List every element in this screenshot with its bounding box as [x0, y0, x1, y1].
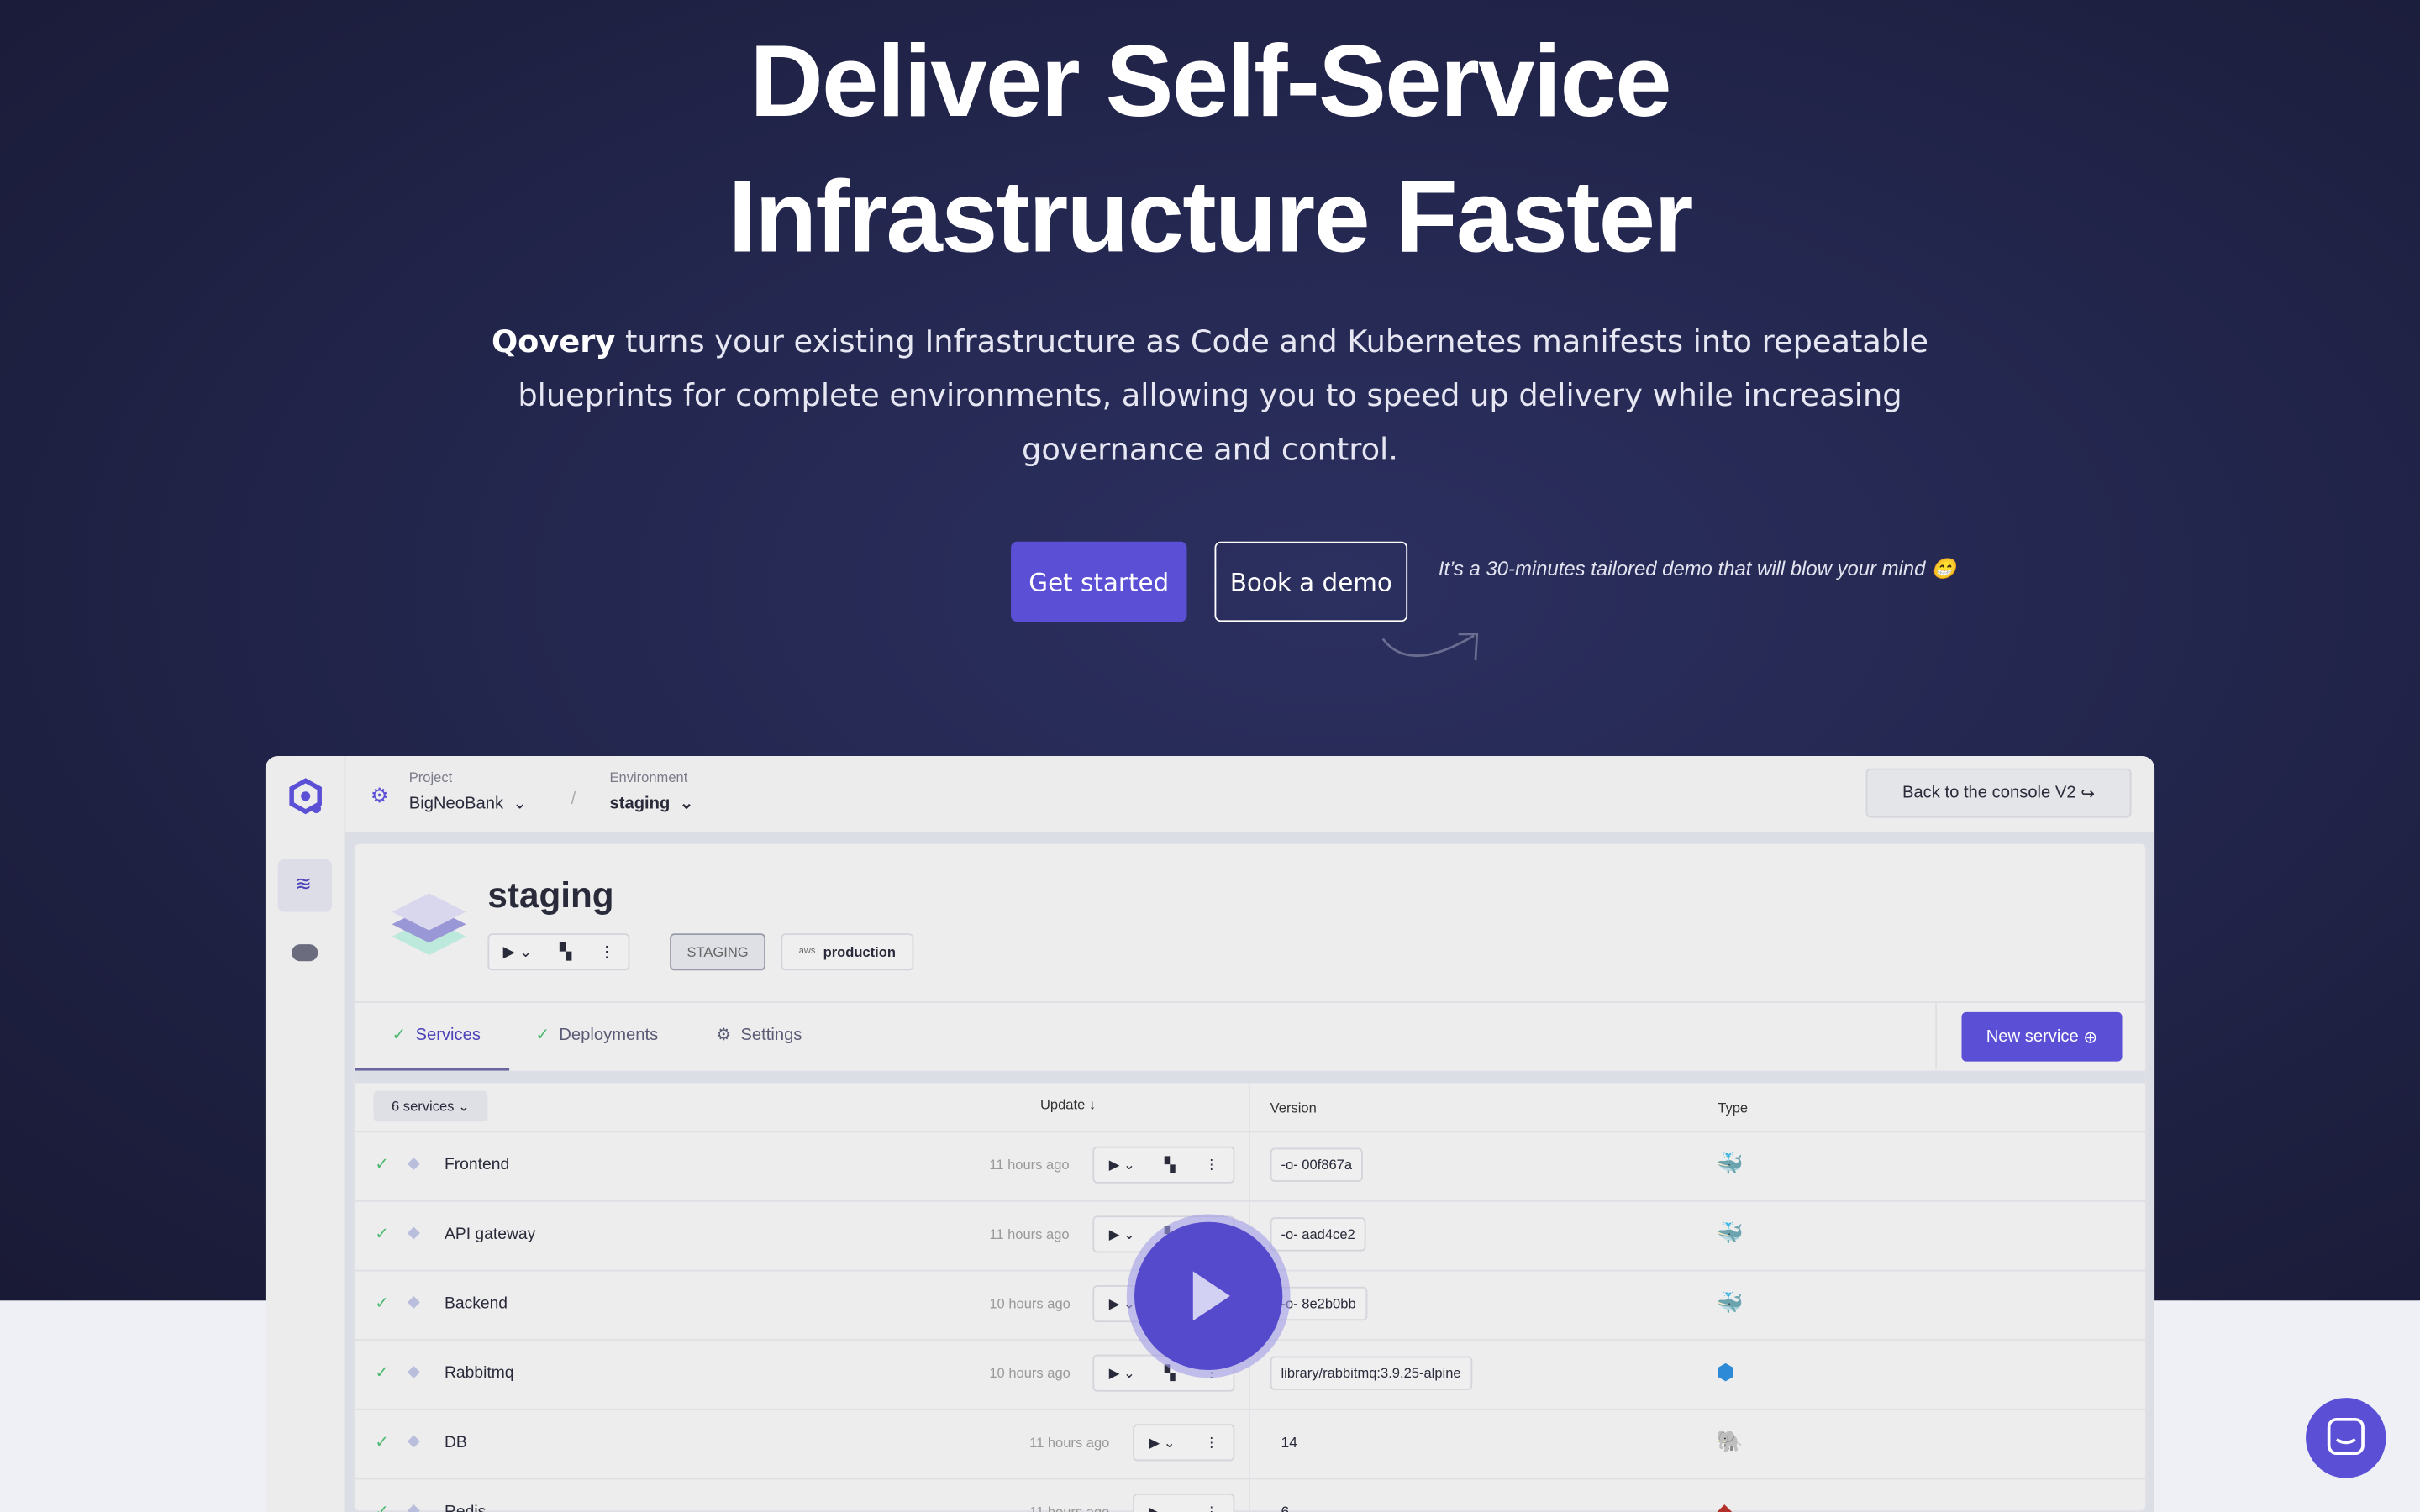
deploy-icon[interactable]: ▶ ⌄: [503, 943, 533, 960]
service-actions[interactable]: ▶ ⌄ ▚ ⋮: [1092, 1146, 1235, 1184]
redis-icon: ◆: [1716, 1498, 1733, 1512]
service-actions[interactable]: ▶ ⌄ ⋮: [1133, 1493, 1235, 1512]
cluster-badge: aws production: [781, 933, 914, 971]
container-icon: ⬢: [1716, 1359, 1735, 1384]
play-video-button[interactable]: [1134, 1221, 1283, 1371]
environment-actions[interactable]: ▶ ⌄ ▚ ⋮: [487, 933, 630, 971]
commit-icon: -o-: [1281, 1226, 1302, 1242]
status-ok-icon: ✓: [375, 1433, 389, 1452]
project-icon: ⚙: [370, 784, 389, 807]
docker-icon: 🐳: [1716, 1289, 1744, 1315]
deploy-icon[interactable]: ▶ ⌄: [1109, 1365, 1135, 1382]
tab-deployments[interactable]: ✓ Deployments: [535, 1025, 658, 1045]
new-service-button[interactable]: New service ⊕: [1961, 1011, 2123, 1062]
docker-icon: 🐳: [1716, 1220, 1744, 1246]
updated-time: 11 hours ago: [989, 1157, 1070, 1173]
deploy-icon[interactable]: ▶ ⌄: [1109, 1226, 1135, 1242]
demo-note: It’s a 30-minutes tailored demo that wil…: [1438, 557, 1956, 580]
chat-widget-button[interactable]: [2306, 1398, 2386, 1478]
environment-stack-icon: [392, 893, 466, 955]
tab-services[interactable]: ✓ Services: [392, 1025, 481, 1045]
version-chip[interactable]: -o- aad4ce2: [1270, 1217, 1366, 1252]
environment-selector[interactable]: staging ⌄: [610, 793, 694, 813]
chat-icon: [2327, 1417, 2365, 1456]
service-row[interactable]: ✓ ◆ Redis 11 hours ago ▶ ⌄ ⋮ 6 ◆: [355, 1478, 2149, 1512]
gear-icon: ⚙: [716, 1026, 732, 1045]
qovery-logo-icon: [289, 778, 322, 815]
staging-badge: STAGING: [670, 933, 766, 971]
environment-label: Environment: [609, 769, 688, 785]
service-name[interactable]: Redis: [445, 1503, 486, 1512]
service-icon: ◆: [407, 1501, 420, 1512]
service-icon: ◆: [407, 1293, 420, 1312]
version-value: 14: [1281, 1435, 1297, 1452]
more-icon[interactable]: ⋮: [1205, 1434, 1219, 1451]
updated-time: 11 hours ago: [1029, 1504, 1109, 1512]
video-preview[interactable]: ≋ ⚙ Project BigNeoBank ⌄ / Environment s…: [265, 756, 2155, 1512]
project-label: Project: [408, 769, 453, 785]
commit-icon: -o-: [1281, 1157, 1302, 1173]
tab-settings[interactable]: ⚙ Settings: [716, 1025, 802, 1045]
hero-title: Deliver Self-Service Infrastructure Faste…: [728, 23, 1693, 274]
services-filter[interactable]: 6 services ⌄: [373, 1090, 488, 1122]
column-type: Type: [1718, 1100, 1749, 1116]
version-chip[interactable]: library/rabbitmq:3.9.25-alpine: [1270, 1356, 1472, 1390]
version-chip[interactable]: -o- 00f867a: [1270, 1147, 1363, 1182]
service-name[interactable]: Frontend: [445, 1156, 509, 1174]
status-ok-icon: ✓: [375, 1363, 389, 1383]
status-ok-icon: ✓: [375, 1225, 389, 1244]
breadcrumb-separator: /: [571, 790, 576, 809]
project-selector[interactable]: BigNeoBank ⌄: [409, 793, 528, 813]
service-name[interactable]: API gateway: [445, 1225, 535, 1243]
postgres-icon: 🐘: [1716, 1428, 1744, 1454]
more-icon[interactable]: ⋮: [1205, 1157, 1219, 1173]
status-ok-icon: ✓: [375, 1155, 389, 1174]
updated-time: 10 hours ago: [989, 1295, 1071, 1312]
deploy-icon[interactable]: ▶ ⌄: [1109, 1295, 1135, 1312]
curved-arrow-icon: [1381, 633, 1479, 661]
service-actions[interactable]: ▶ ⌄ ⋮: [1133, 1424, 1235, 1462]
updated-time: 11 hours ago: [989, 1226, 1070, 1242]
service-row[interactable]: ✓ ◆ Frontend 11 hours ago ▶ ⌄ ▚ ⋮ -o- 00f8…: [355, 1131, 2149, 1200]
commit-icon: -o-: [1281, 1295, 1302, 1312]
docker-icon: 🐳: [1716, 1151, 1744, 1176]
service-row[interactable]: ✓ ◆ DB 11 hours ago ▶ ⌄ ⋮ 14 🐘: [355, 1408, 2149, 1478]
service-icon: ◆: [407, 1362, 420, 1381]
sidebar-item-environments[interactable]: ≋: [277, 859, 332, 912]
service-icon: ◆: [407, 1223, 420, 1242]
version-chip[interactable]: -o- 8e2b0bb: [1270, 1286, 1367, 1321]
status-ok-icon: ✓: [375, 1294, 389, 1314]
updated-time: 11 hours ago: [1029, 1435, 1110, 1451]
logs-icon[interactable]: ▚: [1165, 1157, 1176, 1173]
more-icon[interactable]: ⋮: [599, 943, 614, 960]
more-icon[interactable]: ⋮: [1205, 1504, 1219, 1512]
console-topbar: ⚙ Project BigNeoBank ⌄ / Environment sta…: [345, 756, 2155, 833]
updated-time: 10 hours ago: [989, 1365, 1071, 1381]
hero-subtitle: Qovery turns your existing Infrastructur…: [491, 322, 1929, 468]
logs-icon[interactable]: ▚: [560, 943, 571, 960]
environment-title: staging: [487, 874, 614, 916]
column-update[interactable]: Update ↓: [1040, 1097, 1096, 1112]
console-sidebar: ≋: [266, 756, 346, 1512]
layers-icon: ≋: [294, 871, 312, 895]
service-name[interactable]: Rabbitmq: [445, 1364, 514, 1383]
book-demo-button[interactable]: Book a demo: [1214, 541, 1408, 622]
status-ok-icon: ✓: [375, 1503, 388, 1512]
service-name[interactable]: Backend: [445, 1294, 508, 1313]
version-value: 6: [1281, 1504, 1289, 1512]
service-name[interactable]: DB: [445, 1433, 467, 1452]
environment-panel: staging ▶ ⌄ ▚ ⋮ STAGING aws production ✓ Se…: [353, 842, 2149, 1512]
column-version: Version: [1270, 1100, 1317, 1116]
play-icon: [1192, 1271, 1230, 1321]
service-icon: ◆: [407, 1431, 420, 1451]
cloud-icon[interactable]: [292, 944, 318, 962]
get-started-button[interactable]: Get started: [1011, 541, 1187, 622]
back-to-console-button[interactable]: Back to the console V2 ↪: [1865, 768, 2132, 818]
deploy-icon[interactable]: ▶ ⌄: [1109, 1157, 1135, 1173]
deploy-icon[interactable]: ▶ ⌄: [1149, 1504, 1175, 1512]
deploy-icon[interactable]: ▶ ⌄: [1149, 1434, 1175, 1451]
service-icon: ◆: [407, 1153, 420, 1173]
